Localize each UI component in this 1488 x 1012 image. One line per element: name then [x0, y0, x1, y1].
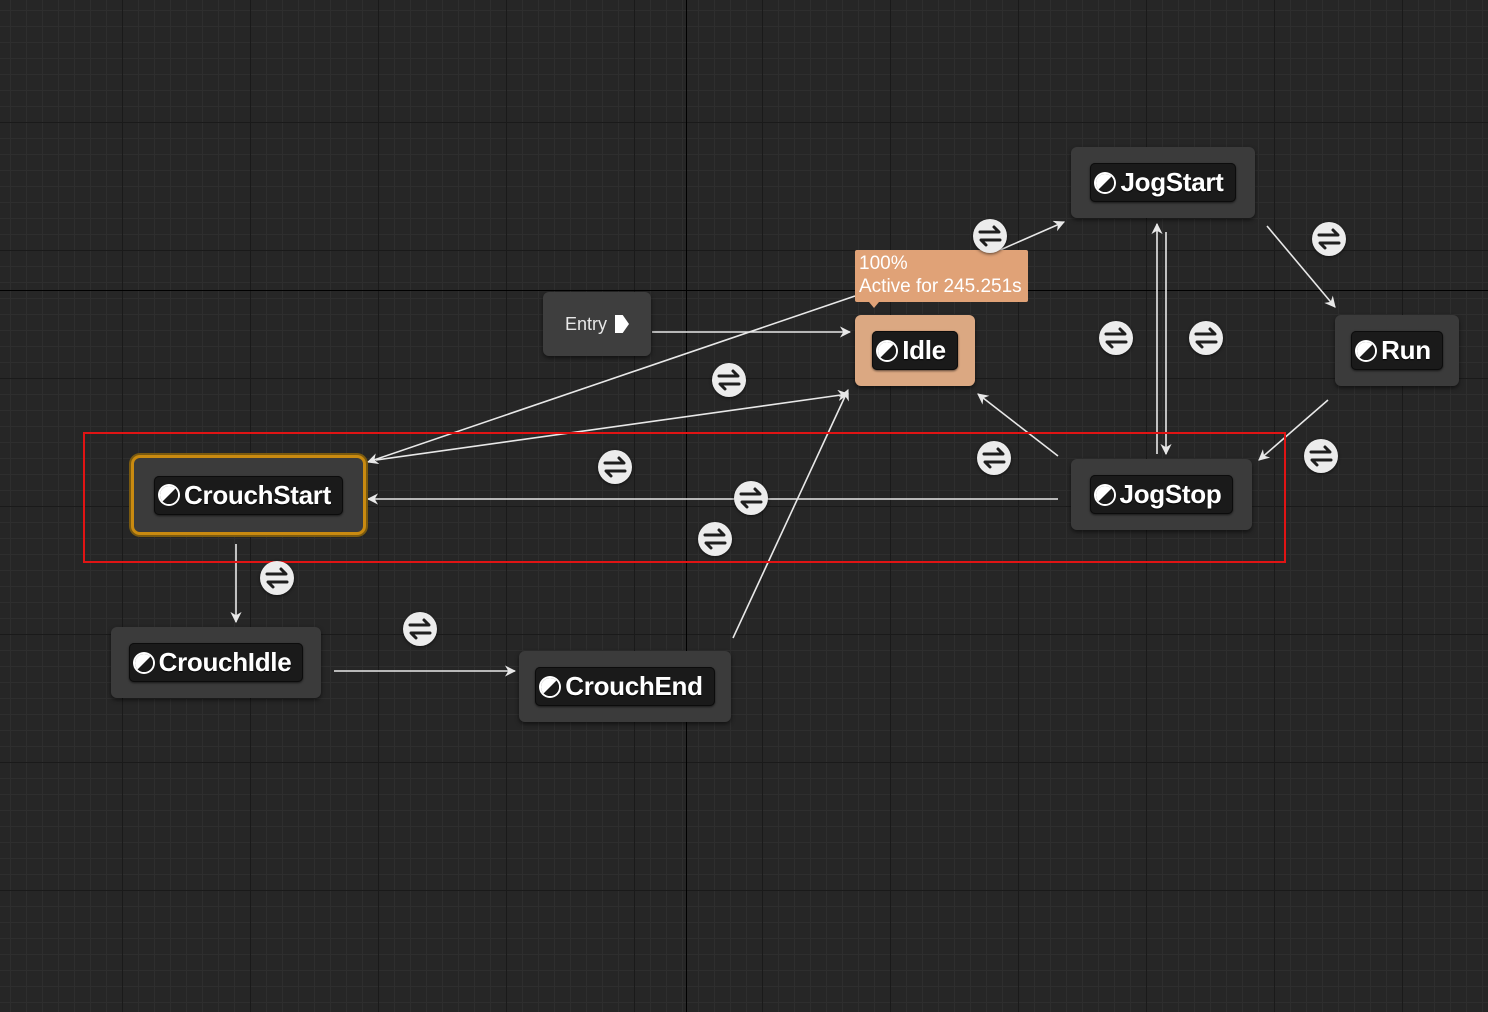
transition-rule-icon[interactable]	[598, 450, 632, 484]
transition-arrows-glyph	[1194, 327, 1218, 349]
state-node-crouchend[interactable]: CrouchEnd	[519, 651, 731, 722]
state-machine-icon	[134, 653, 153, 672]
state-machine-icon	[878, 341, 897, 360]
transition-rule-icon[interactable]	[1312, 222, 1346, 256]
state-label-jogstart: JogStart	[1120, 167, 1224, 197]
transition-rule-icon[interactable]	[698, 522, 732, 556]
transition-arrows-glyph	[1317, 228, 1341, 250]
state-label-crouchend: CrouchEnd	[565, 671, 703, 701]
state-label-crouchidle: CrouchIdle	[158, 647, 292, 677]
transition-rule-icon[interactable]	[1189, 321, 1223, 355]
transition-arrows-glyph	[1309, 445, 1333, 467]
state-title-pill: CrouchIdle	[128, 643, 304, 682]
state-label-crouchstart: CrouchStart	[184, 479, 331, 510]
state-node-jogstop[interactable]: JogStop	[1071, 459, 1252, 530]
transition-rule-icon[interactable]	[1304, 439, 1338, 473]
transition-rule-icon[interactable]	[977, 441, 1011, 475]
state-node-crouchstart[interactable]: CrouchStart	[134, 458, 363, 532]
state-node-run[interactable]: Run	[1335, 315, 1459, 386]
entry-label: Entry	[564, 313, 607, 334]
transition-arrows-glyph	[603, 456, 627, 478]
state-title-pill: Run	[1351, 331, 1443, 370]
transition-rule-icon[interactable]	[712, 363, 746, 397]
state-node-jogstart[interactable]: JogStart	[1071, 147, 1255, 218]
transition-rule-icon[interactable]	[734, 481, 768, 515]
state-machine-icon	[1095, 485, 1114, 504]
transition-arrows-glyph	[717, 369, 741, 391]
wire-idle-to-jogstart	[999, 220, 1066, 251]
entry-node[interactable]: Entry	[543, 292, 651, 356]
state-title-pill: JogStart	[1090, 163, 1236, 202]
state-label-jogstop: JogStop	[1119, 479, 1222, 509]
transition-arrows-glyph	[408, 618, 432, 640]
transition-rule-icon[interactable]	[403, 612, 437, 646]
tooltip-pointer	[869, 302, 879, 308]
state-title-pill: CrouchEnd	[535, 667, 715, 706]
transition-arrows-glyph	[265, 567, 289, 589]
state-title-pill: CrouchStart	[154, 475, 343, 515]
state-title-pill: Idle	[872, 331, 958, 370]
debug-active-tooltip: 100% Active for 245.251s	[855, 250, 1028, 308]
state-label-run: Run	[1381, 335, 1431, 365]
transition-rule-icon[interactable]	[973, 219, 1007, 253]
state-machine-icon	[1357, 341, 1376, 360]
tooltip-weight: 100%	[859, 253, 908, 274]
state-title-pill: JogStop	[1089, 475, 1234, 514]
transition-arrows-glyph	[739, 487, 763, 509]
entry-arrow-icon	[615, 315, 629, 333]
state-machine-icon	[541, 677, 560, 696]
transition-rule-icon[interactable]	[260, 561, 294, 595]
transition-arrows-glyph	[1104, 327, 1128, 349]
state-node-crouchidle[interactable]: CrouchIdle	[111, 627, 321, 698]
state-machine-icon	[160, 486, 179, 504]
state-machine-icon	[1096, 173, 1115, 192]
transition-arrows-glyph	[703, 528, 727, 550]
state-label-idle: Idle	[902, 335, 946, 365]
state-node-idle[interactable]: Idle	[855, 315, 975, 386]
transition-arrows-glyph	[978, 225, 1002, 247]
transition-arrows-glyph	[982, 447, 1006, 469]
tooltip-active-time: Active for 245.251s	[859, 276, 1022, 297]
transition-rule-icon[interactable]	[1099, 321, 1133, 355]
